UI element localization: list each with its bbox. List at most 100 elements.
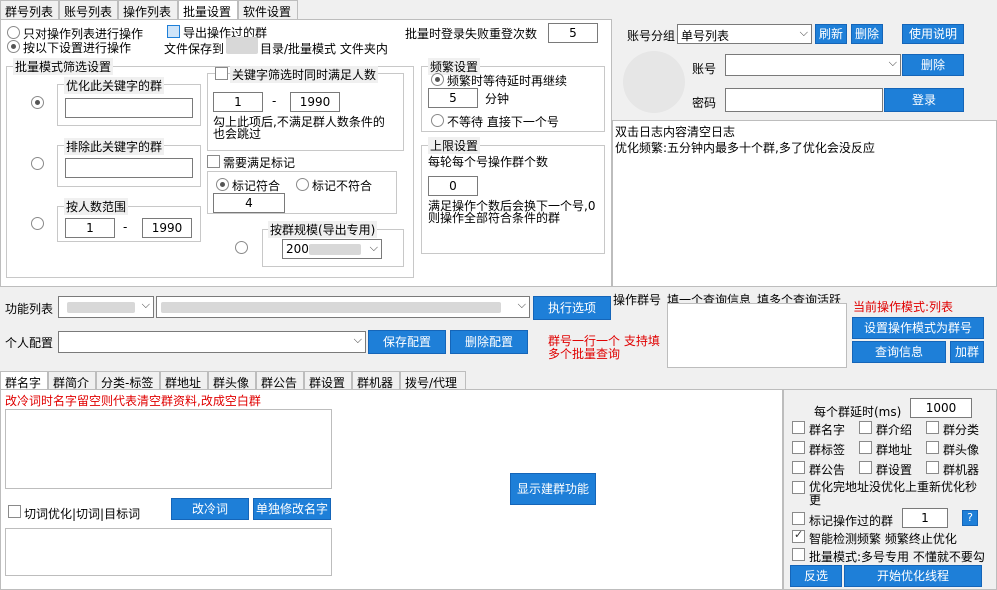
chk-group-notice-label: 群公告 — [809, 463, 846, 477]
radio-mark-match[interactable] — [216, 178, 229, 191]
chk-group-address[interactable] — [859, 441, 872, 454]
chk-group-settings-label: 群设置 — [876, 463, 913, 477]
limit-title: 上限设置 — [428, 137, 481, 154]
tab-software-settings[interactable]: 软件设置 — [238, 0, 298, 19]
invert-button[interactable]: 反选 — [790, 565, 842, 587]
radio-freq-wait[interactable] — [431, 73, 444, 86]
help-button[interactable]: 使用说明 — [902, 24, 964, 44]
by-settings-label: 按以下设置进行操作 — [23, 41, 132, 55]
add-group-button[interactable]: 加群 — [950, 341, 984, 363]
scale-value: 200 — [286, 242, 309, 256]
tab-account-list[interactable]: 账号列表 — [59, 0, 118, 19]
password-input[interactable] — [725, 88, 883, 112]
chk-mark-done[interactable] — [792, 512, 805, 525]
tab-operation-list[interactable]: 操作列表 — [118, 0, 178, 19]
delete-config-button[interactable]: 删除配置 — [450, 330, 528, 354]
login-button[interactable]: 登录 — [884, 88, 964, 112]
radio-only-list[interactable] — [7, 26, 20, 39]
exec-button[interactable]: 执行选项 — [533, 296, 611, 320]
mode-text: 当前操作模式:列表 — [853, 300, 954, 314]
delete-group-button[interactable]: 删除 — [851, 24, 883, 44]
save-config-button[interactable]: 保存配置 — [368, 330, 446, 354]
chk-group-robot[interactable] — [926, 461, 939, 474]
chevron-down-icon: ⌵ — [141, 298, 150, 311]
account-input[interactable]: ⌵ — [725, 54, 901, 76]
refresh-button[interactable]: 刷新 — [815, 24, 847, 44]
range-max-input[interactable]: 1990 — [142, 218, 192, 238]
limit-note: 满足操作个数后会换下一个号,0则操作全部符合条件的群 — [428, 199, 596, 225]
radio-prefer-kw[interactable] — [31, 96, 44, 109]
relogin-label: 批量时登录失败重登次数 — [405, 27, 538, 41]
range-min-input[interactable]: 1 — [65, 218, 115, 238]
chk-group-tag-label: 群标签 — [809, 443, 846, 457]
delay-label: 每个群延时(ms) — [814, 405, 902, 419]
tab-group-notice[interactable]: 群公告 — [256, 371, 304, 390]
show-build-button[interactable]: 显示建群功能 — [510, 473, 596, 505]
query-col1: 操作群号 — [613, 293, 662, 307]
chk-group-intro[interactable] — [859, 421, 872, 434]
chk-batch-mode[interactable] — [792, 548, 805, 561]
chevron-down-icon: ⌵ — [799, 26, 808, 39]
chk-group-category[interactable] — [926, 421, 939, 434]
rename-button[interactable]: 单独修改名字 — [253, 498, 331, 520]
name-textarea-2[interactable] — [5, 528, 332, 576]
tab-group-avatar[interactable]: 群头像 — [208, 371, 256, 390]
kw-min-input[interactable]: 1 — [213, 92, 263, 112]
name-textarea[interactable] — [5, 409, 332, 489]
query-info-button[interactable]: 查询信息 — [852, 341, 946, 363]
prefer-kw-input[interactable] — [65, 98, 193, 118]
export-checkbox[interactable] — [167, 25, 180, 38]
tab-group-intro[interactable]: 群简介 — [48, 371, 96, 390]
radio-exclude-kw[interactable] — [31, 157, 44, 170]
freq-minutes-input[interactable]: 5 — [428, 88, 478, 108]
tab-category-tag[interactable]: 分类-标签 — [96, 371, 160, 390]
need-mark-checkbox[interactable] — [207, 155, 220, 168]
radio-member-range[interactable] — [31, 217, 44, 230]
freq-wait-label: 频繁时等待延时再继续 — [447, 74, 568, 88]
chk-group-name[interactable] — [792, 421, 805, 434]
tab-dial-proxy[interactable]: 拨号/代理 — [400, 371, 466, 390]
delete-account-button[interactable]: 删除 — [902, 54, 964, 76]
mark-value-input[interactable]: 4 — [213, 193, 285, 213]
account-group-select[interactable]: 单号列表 ⌵ — [677, 24, 812, 44]
relogin-input[interactable]: 5 — [548, 23, 598, 43]
chk-group-notice[interactable] — [792, 461, 805, 474]
kw-max-input[interactable]: 1990 — [290, 92, 340, 112]
tab-group-robot[interactable]: 群机器 — [352, 371, 400, 390]
kw-member-checkbox[interactable] — [215, 67, 228, 80]
chk-group-intro-label: 群介绍 — [876, 423, 913, 437]
delay-input[interactable]: 1000 — [910, 398, 972, 418]
log-line-1: 双击日志内容清空日志 — [615, 125, 736, 139]
scale-select[interactable]: 200 ⌵ — [282, 239, 382, 259]
func-list-label: 功能列表 — [5, 302, 54, 316]
radio-by-settings[interactable] — [7, 40, 20, 53]
tab-group-list[interactable]: 群号列表 — [0, 0, 59, 19]
set-mode-button[interactable]: 设置操作模式为群号 — [852, 317, 984, 339]
start-button[interactable]: 开始优化线程 — [844, 565, 982, 587]
func-category-select[interactable]: ⌵ — [58, 296, 154, 318]
tab-batch-settings[interactable]: 批量设置 — [178, 0, 238, 19]
func-select[interactable]: ⌵ — [156, 296, 530, 318]
tab-group-name[interactable]: 群名字 — [0, 371, 48, 390]
change-word-button[interactable]: 改冷词 — [171, 498, 249, 520]
chk-group-avatar[interactable] — [926, 441, 939, 454]
chk-group-tag[interactable] — [792, 441, 805, 454]
profile-select[interactable]: ⌵ — [58, 331, 366, 353]
tab-group-address[interactable]: 群地址 — [160, 371, 208, 390]
query-textarea[interactable] — [667, 303, 847, 368]
limit-value-input[interactable]: 0 — [428, 176, 478, 196]
cut-word-checkbox[interactable] — [8, 505, 21, 518]
mark-done-input[interactable]: 1 — [902, 508, 948, 528]
func-category-blur — [67, 302, 135, 313]
mark-match-label: 标记符合 — [232, 179, 281, 193]
mark-done-label: 标记操作过的群 — [809, 514, 894, 528]
radio-mark-not-match[interactable] — [296, 178, 309, 191]
tab-group-settings[interactable]: 群设置 — [304, 371, 352, 390]
help-question-button[interactable]: ? — [962, 510, 978, 526]
chk-group-settings[interactable] — [859, 461, 872, 474]
radio-by-scale[interactable] — [235, 241, 248, 254]
chk-smart-freq[interactable] — [792, 528, 805, 543]
radio-freq-nowait[interactable] — [431, 114, 444, 127]
chk-reoptimize[interactable] — [792, 481, 805, 494]
exclude-kw-input[interactable] — [65, 158, 193, 178]
